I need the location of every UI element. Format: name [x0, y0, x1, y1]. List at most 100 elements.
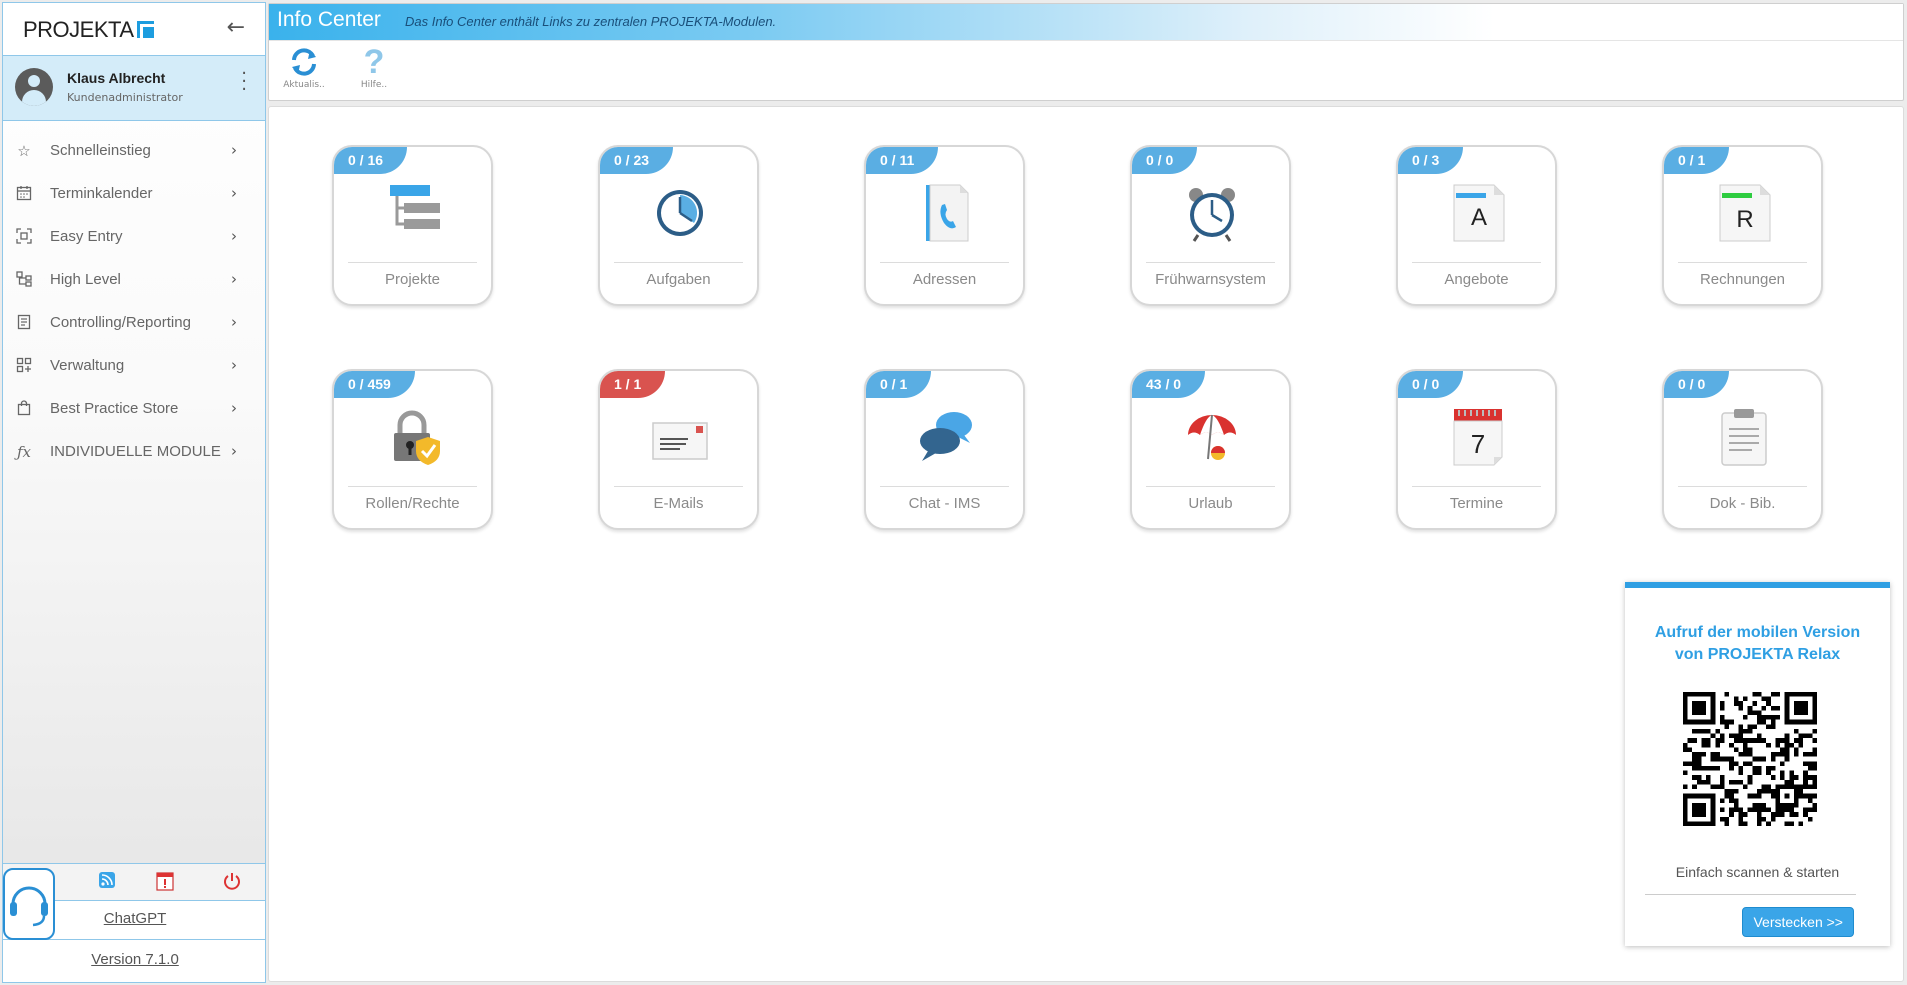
refresh-label: Aktualis.. [283, 80, 325, 90]
tile-badge: 0 / 23 [600, 147, 674, 174]
tile-badge: 0 / 11 [866, 147, 939, 174]
tile-label: Chat - IMS [908, 495, 981, 512]
calendar-page-icon: 7 [1448, 407, 1508, 467]
tile-badge: 0 / 16 [334, 147, 408, 174]
hierarchy-icon [15, 271, 33, 289]
focus-icon [15, 228, 33, 246]
sidebar-item-label: Easy Entry [50, 228, 123, 245]
sidebar-item-terminkalender[interactable]: Terminkalender › [3, 172, 265, 215]
qr-code [1683, 692, 1817, 826]
support-headset-icon[interactable] [3, 868, 55, 940]
question-mark-icon: ? [363, 43, 385, 81]
alert-calendar-icon[interactable] [156, 871, 174, 896]
address-book-icon [916, 183, 976, 243]
tile-label: E-Mails [653, 495, 704, 512]
rss-feed-icon[interactable] [98, 871, 116, 894]
sidebar-item-high-level[interactable]: High Level › [3, 258, 265, 301]
chevron-right-icon: › [231, 442, 237, 460]
tile-label: Dok - Bib. [1709, 495, 1776, 512]
chevron-right-icon: › [231, 184, 237, 202]
svg-text:R: R [1736, 206, 1753, 233]
tile-badge: 0 / 1 [1664, 147, 1730, 174]
chevron-right-icon: › [231, 399, 237, 417]
tile-badge: 1 / 1 [600, 371, 666, 398]
svg-text:A: A [1471, 204, 1487, 231]
title-bar: Info Center Das Info Center enthält Link… [269, 4, 1903, 41]
sidebar-item-controlling-reporting[interactable]: Controlling/Reporting › [3, 301, 265, 344]
tile-chat-ims[interactable]: 0 / 1 Chat - IMS [864, 369, 1025, 530]
sidebar-item-easy-entry[interactable]: Easy Entry › [3, 215, 265, 258]
chevron-right-icon: › [231, 356, 237, 374]
grid-add-icon [15, 357, 33, 375]
help-button[interactable]: ? Hilfe.. [349, 44, 399, 100]
function-icon: ƒx [16, 443, 31, 461]
tile-badge: 0 / 0 [1132, 147, 1198, 174]
tile-fruehwarnsystem[interactable]: 0 / 0 Frühwarnsystem [1130, 145, 1291, 306]
tile-e-mails[interactable]: 1 / 1 E-Mails [598, 369, 759, 530]
project-tree-icon [384, 183, 444, 243]
chevron-right-icon: › [231, 141, 237, 159]
tile-rollen-rechte[interactable]: 0 / 459 Rollen/Rechte [332, 369, 493, 530]
tile-label: Projekte [384, 271, 441, 288]
sidebar-item-label: Best Practice Store [50, 400, 179, 417]
tile-adressen[interactable]: 0 / 11 Adressen [864, 145, 1025, 306]
offer-document-icon: A [1448, 183, 1508, 243]
sidebar-footer: ChatGPT Version 7.1.0 [3, 863, 265, 982]
tile-urlaub[interactable]: 43 / 0 Urlaub [1130, 369, 1291, 530]
tile-label: Rollen/Rechte [365, 495, 460, 512]
refresh-button[interactable]: Aktualis.. [279, 44, 329, 100]
user-menu-kebab-icon[interactable]: · · · [241, 65, 247, 99]
tile-rechnungen[interactable]: 0 / 1 R Rechnungen [1662, 145, 1823, 306]
tile-termine[interactable]: 0 / 0 7 Termine [1396, 369, 1557, 530]
star-icon: ☆ [17, 142, 31, 160]
version-link[interactable]: Version 7.1.0 [3, 951, 267, 968]
user-profile[interactable]: Klaus Albrecht Kundenadministrator · · · [3, 56, 265, 121]
clock-icon [650, 183, 710, 243]
page-subtitle: Das Info Center enthält Links zu zentral… [405, 14, 777, 29]
envelope-icon [650, 407, 710, 467]
sidebar-item-individuelle-module[interactable]: ƒx INDIVIDUELLE MODULE › [3, 430, 265, 473]
sidebar: PROJEKTA ← Klaus Albrecht Kundenadminist… [2, 2, 266, 983]
sidebar-nav: ☆ Schnelleinstieg › Terminkalender › Easy E… [3, 121, 265, 473]
clipboard-icon [1714, 407, 1774, 467]
lock-shield-icon [384, 407, 444, 467]
tile-badge: 0 / 3 [1398, 147, 1464, 174]
tile-aufgaben[interactable]: 0 / 23 Aufgaben [598, 145, 759, 306]
collapse-sidebar-button[interactable]: ← [227, 15, 245, 40]
sidebar-item-verwaltung[interactable]: Verwaltung › [3, 344, 265, 387]
hide-qr-button[interactable]: Verstecken >> [1742, 907, 1854, 937]
chat-bubbles-icon [916, 407, 976, 467]
sidebar-item-label: Terminkalender [50, 185, 153, 202]
tile-label: Adressen [912, 271, 977, 288]
beach-umbrella-icon [1182, 407, 1242, 467]
qr-panel-title: Aufruf der mobilen Version von PROJEKTA R… [1654, 624, 1861, 663]
power-icon[interactable] [222, 871, 242, 896]
sidebar-item-label: Controlling/Reporting [50, 314, 191, 331]
user-name: Klaus Albrecht [67, 70, 166, 86]
tile-label: Termine [1449, 495, 1504, 512]
chevron-right-icon: › [231, 313, 237, 331]
chevron-right-icon: › [231, 227, 237, 245]
page-header: Info Center Das Info Center enthält Link… [268, 3, 1904, 101]
sidebar-item-label: Schnelleinstieg [50, 142, 151, 159]
projekta-logo: PROJEKTA [23, 17, 154, 43]
sidebar-item-label: INDIVIDUELLE MODULE [50, 443, 221, 460]
invoice-document-icon: R [1714, 183, 1774, 243]
tile-label: Aufgaben [646, 271, 711, 288]
tile-badge: 0 / 0 [1398, 371, 1464, 398]
tile-badge: 0 / 459 [334, 371, 415, 398]
sidebar-item-schnelleinstieg[interactable]: ☆ Schnelleinstieg › [3, 129, 265, 172]
calendar-icon [15, 185, 33, 203]
shopping-bag-icon [15, 400, 33, 418]
tile-label: Frühwarnsystem [1155, 271, 1266, 288]
sidebar-item-best-practice-store[interactable]: Best Practice Store › [3, 387, 265, 430]
tile-label: Angebote [1444, 271, 1509, 288]
tile-dok-bib[interactable]: 0 / 0 Dok - Bib. [1662, 369, 1823, 530]
tile-label: Urlaub [1188, 495, 1233, 512]
refresh-icon [279, 44, 329, 80]
tile-projekte[interactable]: 0 / 16 Projekte [332, 145, 493, 306]
report-icon [15, 314, 33, 332]
tile-angebote[interactable]: 0 / 3 A Angebote [1396, 145, 1557, 306]
qr-caption: Einfach scannen & starten [1675, 864, 1840, 880]
tile-label: Rechnungen [1699, 271, 1786, 288]
